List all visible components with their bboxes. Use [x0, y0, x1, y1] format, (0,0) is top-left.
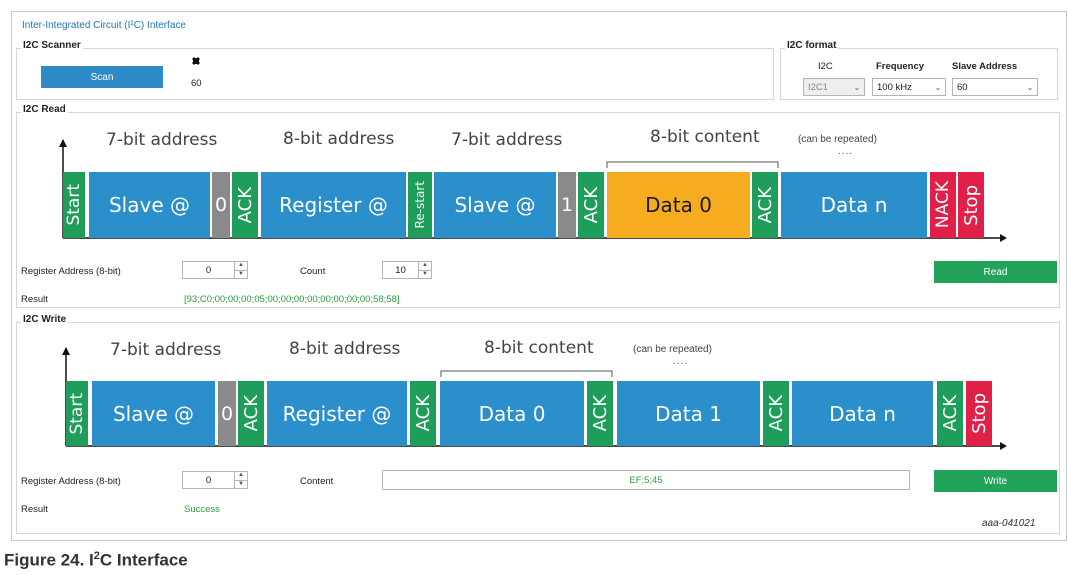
content-input[interactable]: EF;5;45: [382, 470, 910, 490]
write-seg-zero: 0: [218, 381, 236, 446]
write-seg-stop-label: Stop: [968, 393, 990, 434]
write-header-7bit: 7-bit address: [110, 340, 222, 360]
write-seg-ack-1: ACK: [238, 381, 264, 446]
write-register-stepper[interactable]: 0 ▲ ▼: [182, 471, 248, 489]
write-seg-ack-2: ACK: [410, 381, 436, 446]
write-repeat-note: (can be repeated): [633, 344, 712, 355]
caption-suffix: C Interface: [99, 550, 188, 570]
write-register-value: 0: [205, 474, 212, 486]
write-result-value: Success: [184, 504, 220, 515]
write-seg-data-0: Data 0: [440, 381, 584, 446]
write-repeat-dots: ....: [673, 356, 689, 367]
write-seg-ack-1-label: ACK: [240, 395, 262, 432]
write-seg-register: Register @: [267, 381, 407, 446]
write-seg-ack-4-label: ACK: [765, 395, 787, 432]
write-seg-ack-2-label: ACK: [412, 395, 434, 432]
figure-caption: Figure 24. I2C Interface: [4, 550, 188, 571]
write-seg-ack-5: ACK: [937, 381, 963, 446]
write-header-8bit-address: 8-bit address: [289, 339, 401, 359]
stepper-down-icon[interactable]: ▼: [235, 479, 247, 489]
write-seg-ack-3-label: ACK: [589, 395, 611, 432]
write-seg-ack-3: ACK: [587, 381, 613, 446]
write-button[interactable]: Write: [934, 470, 1057, 492]
write-result-label: Result: [21, 504, 48, 515]
content-label: Content: [300, 476, 334, 487]
stepper-up-icon[interactable]: ▲: [235, 472, 247, 480]
write-seg-ack-4: ACK: [763, 381, 789, 446]
figure-id: aaa-041021: [982, 518, 1036, 529]
write-seg-stop: Stop: [966, 381, 992, 446]
write-seg-start-label: Start: [67, 392, 87, 435]
caption-prefix: Figure 24. I: [4, 550, 94, 570]
write-seg-start: Start: [66, 381, 88, 446]
write-seg-data-1: Data 1: [617, 381, 760, 446]
write-header-8bit-content: 8-bit content: [484, 338, 594, 358]
write-seg-slave: Slave @: [92, 381, 215, 446]
write-seg-data-n: Data n: [792, 381, 933, 446]
write-seg-ack-5-label: ACK: [939, 395, 961, 432]
write-register-label: Register Address (8-bit): [21, 476, 121, 487]
